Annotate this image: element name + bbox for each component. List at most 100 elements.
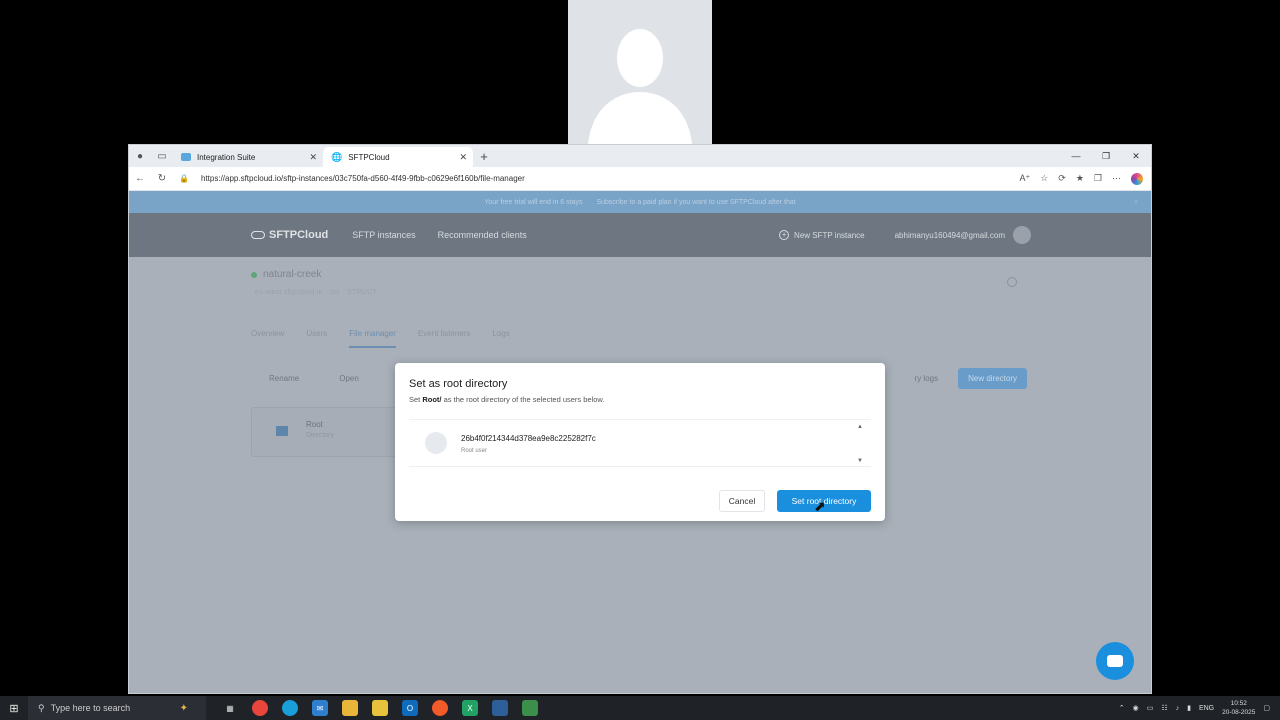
plus-icon: + (779, 230, 790, 240)
nav-link-sftp-instances[interactable]: SFTP instances (352, 230, 415, 240)
calendar-icon[interactable] (372, 700, 388, 716)
open-button[interactable]: Open (321, 374, 359, 383)
webcam-placeholder (568, 0, 712, 144)
clock-date: 20-08-2025 (1222, 709, 1256, 716)
battery-icon[interactable]: ▭ (1147, 704, 1154, 712)
folder-type: Directory (306, 432, 335, 439)
nav-link-recommended-clients[interactable]: Recommended clients (438, 230, 527, 240)
avatar (1013, 226, 1031, 244)
tab-bar: ● ▭ Integration Suite ✕ 🌐 SFTPCloud ✕ + … (129, 145, 1151, 167)
tab-users[interactable]: Users (306, 329, 327, 348)
restore-icon[interactable]: ❐ (1091, 151, 1121, 162)
screen: ● ▭ Integration Suite ✕ 🌐 SFTPCloud ✕ + … (0, 0, 1280, 720)
instance-meta: eu-west.sftpcloud.io · ctx · STRUCT (255, 289, 378, 296)
set-root-directory-dialog: Set as root directory Set Root/ as the r… (395, 363, 885, 521)
nav-right: + New SFTP instance abhimanyu160494@gmai… (779, 226, 1151, 244)
close-window-icon[interactable]: ✕ (1121, 151, 1151, 162)
dialog-title: Set as root directory (409, 378, 508, 390)
new-sftp-instance-button[interactable]: + New SFTP instance (779, 230, 865, 240)
scroll-down-icon[interactable]: ▼ (857, 458, 863, 464)
language-indicator[interactable]: ENG (1199, 705, 1214, 712)
chrome-icon[interactable] (252, 700, 268, 716)
mail-icon[interactable]: ✉ (312, 700, 328, 716)
tab-file-manager[interactable]: File manager (349, 329, 396, 348)
task-view-icon[interactable]: ▦ (222, 700, 238, 716)
description-prefix: Set (409, 395, 423, 404)
network-icon[interactable]: ☷ (1161, 704, 1167, 712)
more-icon[interactable]: ⋯ (1112, 173, 1121, 185)
chat-support-button[interactable] (1096, 642, 1134, 680)
postman-icon[interactable] (432, 700, 448, 716)
extensions-icon[interactable]: ⟳ (1058, 173, 1066, 185)
new-instance-label: New SFTP instance (794, 230, 865, 240)
sap-favicon-icon (181, 153, 191, 161)
remote-desktop-icon[interactable] (492, 700, 508, 716)
battery-level-icon[interactable]: ▮ (1187, 704, 1191, 712)
trial-text: Your free trial will end in 6 stays (484, 198, 583, 206)
trial-cta-link[interactable]: Subscribe to a paid plan if you want to … (596, 199, 795, 206)
profile-icon[interactable]: ● (129, 145, 151, 167)
logo-text: SFTPCloud (269, 229, 329, 241)
tab-overview[interactable]: Overview (251, 329, 284, 348)
banner-close-icon[interactable]: ✕ (1133, 198, 1139, 206)
cancel-button[interactable]: Cancel (719, 490, 765, 512)
copilot-icon[interactable] (1131, 172, 1143, 185)
instance-tabs: Overview Users File manager Event listen… (251, 329, 510, 348)
edge-icon[interactable] (282, 700, 298, 716)
minimize-icon[interactable]: — (1061, 151, 1091, 162)
mouse-cursor-icon: ⬈ (814, 498, 826, 514)
site-info-icon[interactable]: 🔒 (173, 174, 195, 183)
tray-overflow-icon[interactable]: ⌃ (1119, 704, 1125, 712)
browser-toolbar-right: A⁺ ☆ ⟳ ★ ❐ ⋯ (1019, 172, 1151, 185)
scroll-up-icon[interactable]: ▲ (857, 424, 863, 430)
chat-bubble-icon (1107, 655, 1123, 667)
folder-icon (276, 426, 288, 436)
tab-sftpcloud[interactable]: 🌐 SFTPCloud ✕ (323, 147, 473, 167)
logs-button[interactable]: ry logs (915, 374, 939, 383)
outlook-icon[interactable]: O (402, 700, 418, 716)
rename-button[interactable]: Rename (251, 374, 299, 383)
refresh-icon[interactable]: ↻ (151, 173, 173, 184)
tab-actions-icon[interactable]: ▭ (151, 145, 173, 167)
user-avatar (425, 432, 447, 454)
instance-header: natural-creek (251, 269, 321, 280)
selected-users-list[interactable]: 26b4f0f214344d378ea9e8c225282f7c Root us… (409, 419, 871, 467)
cloud-icon (251, 231, 265, 239)
windows-start-icon[interactable]: ⊞ (0, 702, 28, 715)
new-directory-button[interactable]: New directory (958, 367, 1027, 389)
trial-banner: Your free trial will end in 6 stays Subs… (129, 191, 1151, 213)
settings-gear-icon[interactable] (1007, 277, 1017, 287)
close-tab-icon[interactable]: ✕ (309, 152, 317, 163)
logo[interactable]: SFTPCloud (251, 229, 328, 241)
tab-label: Integration Suite (197, 152, 256, 162)
close-tab-icon[interactable]: ✕ (459, 152, 467, 163)
excel-icon[interactable]: X (462, 700, 478, 716)
url-field[interactable]: https://app.sftpcloud.io/sftp-instances/… (195, 174, 1019, 183)
folder-card[interactable]: Root Directory (251, 407, 401, 457)
tab-label: SFTPCloud (348, 152, 390, 162)
back-icon[interactable]: ← (129, 173, 151, 184)
notifications-icon[interactable]: ▢ (1263, 704, 1270, 712)
tab-logs[interactable]: Logs (492, 329, 509, 348)
tab-event-listeners[interactable]: Event listeners (418, 329, 470, 348)
taskbar-search[interactable]: ⚲ Type here to search ✦ (28, 696, 206, 720)
system-tray: ⌃ ◉ ▭ ☷ ♪ ▮ ENG 10:52 20-08-2025 ▢ (1119, 699, 1280, 717)
collections-icon[interactable]: ❐ (1094, 173, 1102, 185)
new-tab-button[interactable]: + (473, 149, 495, 164)
status-dot-icon (251, 271, 257, 278)
network-tool-icon[interactable] (522, 700, 538, 716)
tab-integration-suite[interactable]: Integration Suite ✕ (173, 147, 323, 167)
read-aloud-icon[interactable]: A⁺ (1019, 173, 1030, 185)
meet-icon[interactable]: ◉ (1133, 704, 1139, 712)
clock[interactable]: 10:52 20-08-2025 (1222, 699, 1255, 717)
taskbar-apps: ▦ ✉ O X (222, 700, 538, 716)
favorites-icon[interactable]: ★ (1076, 173, 1084, 185)
volume-icon[interactable]: ♪ (1176, 705, 1180, 712)
file-explorer-icon[interactable] (342, 700, 358, 716)
clock-time: 10:52 (1230, 700, 1247, 707)
description-suffix: as the root directory of the selected us… (441, 395, 605, 404)
account-menu[interactable]: abhimanyu160494@gmail.com (895, 226, 1031, 244)
favorite-star-icon[interactable]: ☆ (1040, 173, 1048, 185)
account-email: abhimanyu160494@gmail.com (894, 230, 1005, 240)
search-placeholder: Type here to search (50, 703, 131, 713)
